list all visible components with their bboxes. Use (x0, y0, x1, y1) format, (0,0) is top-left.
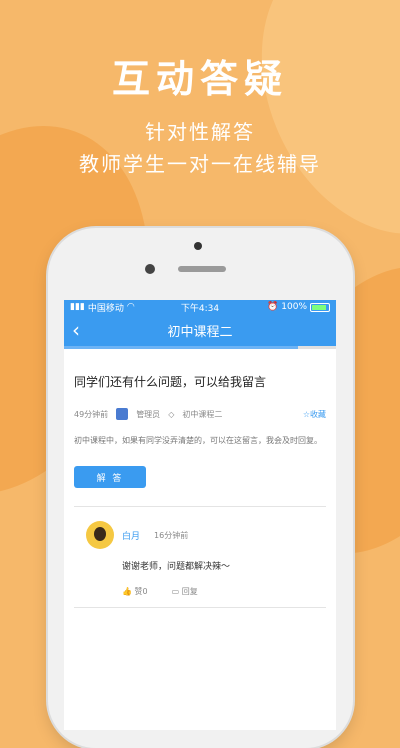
app-screen: ▮▮▮ 中国移动 ◠ 下午4:34 ⏰ 100% ‹ 初中课程二 同学们还有什么… (64, 300, 336, 730)
battery-percent: 100% (281, 302, 308, 312)
reply-time: 16分钟前 (154, 530, 189, 540)
thumbs-up-icon: 👍 (122, 587, 132, 596)
hero-title: 互动答疑 (111, 57, 288, 101)
question-title: 同学们还有什么问题，可以给我留言 (74, 375, 267, 389)
carrier-label: 中国移动 (87, 303, 124, 314)
nav-bar: ‹ 初中课程二 (64, 314, 336, 346)
reply-text: 谢谢老师，问题都解决辣～ (122, 562, 231, 572)
status-bar: ▮▮▮ 中国移动 ◠ 下午4:34 ⏰ 100% (64, 300, 336, 314)
reply-author[interactable]: 白月 (122, 529, 140, 542)
comment-icon: ▭ (171, 587, 180, 596)
hero-subtitle: 教师学生一对一在线辅导 (79, 152, 321, 176)
phone-frame: ▮▮▮ 中国移动 ◠ 下午4:34 ⏰ 100% ‹ 初中课程二 同学们还有什么… (48, 228, 353, 748)
reply-label: 回复 (181, 587, 198, 596)
back-icon[interactable]: ‹ (72, 318, 80, 342)
front-camera-icon (145, 264, 155, 274)
signal-icon: ▮▮▮ (70, 302, 85, 312)
wifi-icon: ◠ (126, 302, 135, 312)
admin-avatar-icon (116, 408, 129, 420)
reply-item: 白月 16分钟前 谢谢老师，问题都解决辣～ 👍 赞0 ▭ 回复 (64, 507, 336, 597)
question-time: 49分钟前 (74, 409, 109, 419)
question-meta: 49分钟前 管理员 ◇ 初中课程二 ☆收藏 (74, 408, 326, 420)
question-author: 管理员 (136, 409, 161, 419)
status-time: 下午4:34 (180, 303, 220, 314)
like-button[interactable]: 👍 赞0 (122, 586, 148, 597)
favorite-button[interactable]: ☆收藏 (303, 409, 326, 420)
like-count: 赞0 (134, 587, 148, 596)
alarm-icon: ⏰ (267, 302, 279, 312)
question-card: 同学们还有什么问题，可以给我留言 49分钟前 管理员 ◇ 初中课程二 ☆收藏 初中… (64, 349, 336, 507)
battery-icon (310, 302, 331, 312)
page-title: 初中课程二 (167, 324, 233, 340)
speaker-grille (178, 266, 226, 272)
reply-button[interactable]: ▭ 回复 (172, 586, 198, 597)
tag-icon: ◇ (168, 409, 175, 419)
avatar (86, 521, 114, 549)
answer-button[interactable]: 解 答 (74, 466, 146, 488)
divider (74, 607, 326, 608)
camera-icon (194, 242, 202, 250)
hero-subtitle: 针对性解答 (145, 120, 255, 144)
course-tag: 初中课程二 (182, 409, 223, 419)
question-description: 初中课程中，如果有同学没弄清楚的，可以在这留言，我会及时回复。 (74, 436, 322, 445)
